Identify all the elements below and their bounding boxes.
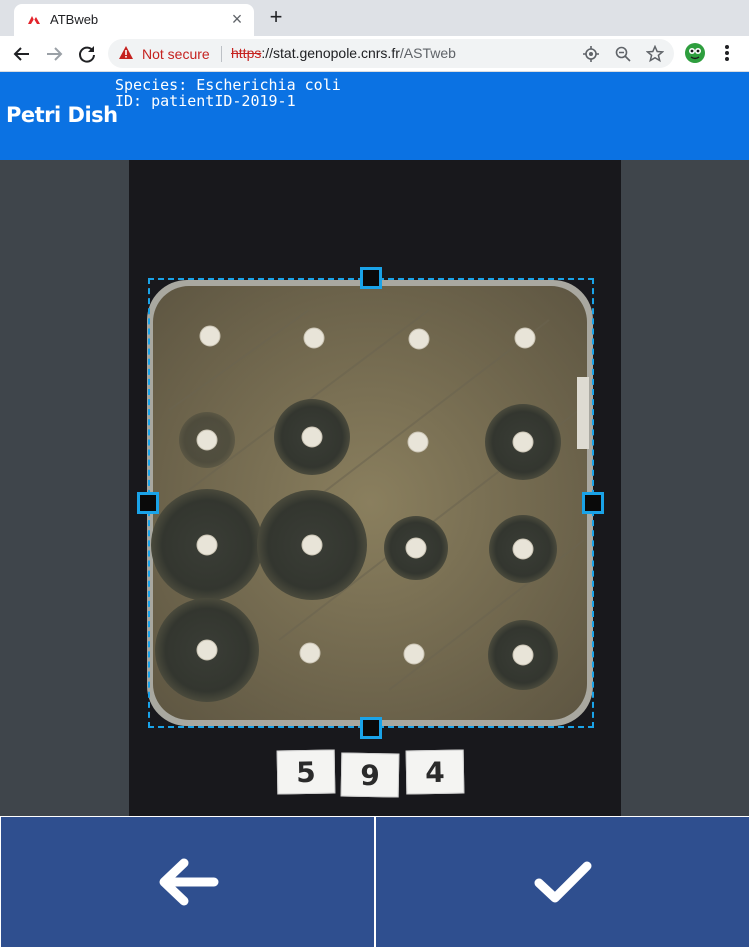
address-bar[interactable]: Not secure https://stat.genopole.cnrs.fr… bbox=[108, 39, 674, 68]
warning-icon bbox=[119, 46, 133, 59]
menu-dots-icon[interactable] bbox=[718, 42, 736, 64]
tab-strip: ATBweb × + bbox=[0, 0, 749, 36]
new-tab-icon[interactable]: + bbox=[264, 6, 288, 30]
crop-handle-top[interactable] bbox=[360, 267, 382, 289]
crop-selection-box[interactable] bbox=[148, 278, 594, 728]
back-arrow-icon[interactable] bbox=[10, 42, 34, 66]
msf-logo-icon bbox=[28, 16, 40, 24]
patient-id-line: ID: patientID-2019-1 bbox=[115, 92, 296, 110]
browser-toolbar: Not secure https://stat.genopole.cnrs.fr… bbox=[0, 36, 749, 72]
tab-close-icon[interactable]: × bbox=[228, 10, 246, 28]
tab-title: ATBweb bbox=[50, 12, 99, 27]
app-header: Petri Dish Species: Escherichia coli ID:… bbox=[0, 72, 749, 160]
url-divider bbox=[221, 46, 222, 62]
confirm-button[interactable] bbox=[376, 817, 749, 947]
bookmark-star-icon[interactable] bbox=[646, 45, 664, 63]
crop-handle-right[interactable] bbox=[582, 492, 604, 514]
species-line: Species: Escherichia coli bbox=[115, 76, 341, 94]
reload-icon[interactable] bbox=[75, 42, 99, 66]
page-title: Petri Dish bbox=[6, 103, 118, 127]
crop-handle-bottom[interactable] bbox=[360, 717, 382, 739]
location-icon[interactable] bbox=[582, 45, 600, 63]
sample-info: Species: Escherichia coli ID: patientID-… bbox=[115, 77, 341, 109]
browser-tab[interactable]: ATBweb × bbox=[14, 4, 254, 36]
arrow-left-icon bbox=[159, 858, 218, 906]
url-path: /ASTweb bbox=[399, 45, 456, 61]
plate-label-digit: 4 bbox=[405, 749, 465, 795]
zoom-out-icon[interactable] bbox=[614, 45, 632, 63]
plate-label-digit: 9 bbox=[340, 752, 400, 798]
back-button[interactable] bbox=[1, 817, 374, 947]
url-text: https://stat.genopole.cnrs.fr/ASTweb bbox=[231, 45, 456, 61]
plate-label-digit: 5 bbox=[276, 749, 336, 795]
crop-handle-left[interactable] bbox=[137, 492, 159, 514]
checkmark-icon bbox=[534, 861, 591, 903]
extension-icon[interactable] bbox=[684, 42, 706, 64]
url-protocol: https bbox=[231, 45, 262, 61]
url-host: ://stat.genopole.cnrs.fr bbox=[261, 45, 400, 61]
forward-arrow-icon[interactable] bbox=[42, 42, 66, 66]
security-label: Not secure bbox=[142, 46, 210, 62]
action-bar bbox=[0, 816, 749, 947]
